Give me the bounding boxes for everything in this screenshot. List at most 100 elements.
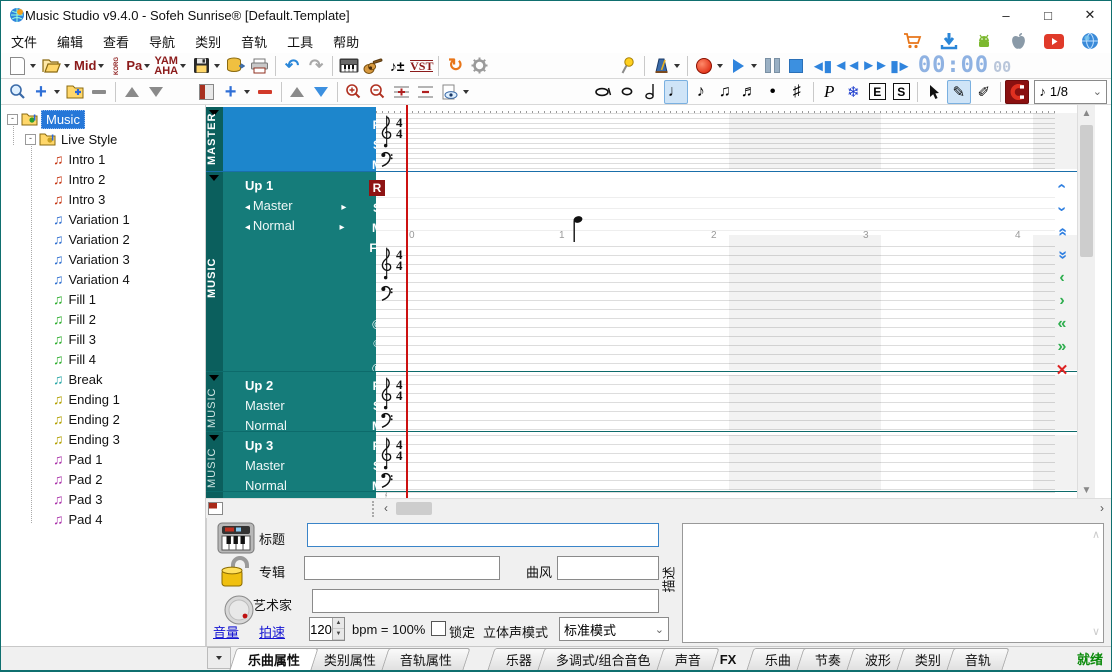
tree-item-intro-3[interactable]: Intro 3 xyxy=(69,192,106,207)
menu-item-4[interactable]: 类别 xyxy=(185,29,231,54)
stop-button[interactable] xyxy=(785,55,807,77)
master-track-strip[interactable]: MASTER xyxy=(206,107,223,171)
zoom-in-icon[interactable] xyxy=(343,81,365,103)
android-icon[interactable] xyxy=(975,32,993,50)
keyboard-instrument-button[interactable] xyxy=(338,55,360,77)
tab-声音[interactable]: 声音 xyxy=(656,648,719,670)
tree-item-pad-2[interactable]: Pad 2 xyxy=(69,472,103,487)
note-quarter-button[interactable]: ♩ xyxy=(664,80,688,104)
tempo-link[interactable]: 拍速 xyxy=(259,622,285,641)
tree-item-ending-2[interactable]: Ending 2 xyxy=(69,412,120,427)
note-sixteenth-button[interactable]: ♫ xyxy=(714,81,736,103)
tree-item-fill-2[interactable]: Fill 2 xyxy=(69,312,96,327)
midi-import-button[interactable]: Mid xyxy=(74,55,96,77)
tree-item-pad-1[interactable]: Pad 1 xyxy=(69,452,103,467)
tree-item-live-style[interactable]: Live Style xyxy=(61,132,117,147)
nav-right-button[interactable]: › xyxy=(1059,292,1064,310)
tree-item-pad-4[interactable]: Pad 4 xyxy=(69,512,103,527)
tree-item-variation-1[interactable]: Variation 1 xyxy=(69,212,130,227)
desc-scroll-down-icon[interactable]: ∨ xyxy=(1092,625,1100,638)
next-arrow-icon[interactable]: ▸ xyxy=(339,202,347,213)
tree-item-fill-3[interactable]: Fill 3 xyxy=(69,332,96,347)
scroll-up-arrow[interactable]: ▲ xyxy=(1078,105,1095,121)
music-0-track-strip[interactable]: MUSIC xyxy=(206,172,223,371)
note-thirtysecond-button[interactable]: ♬ xyxy=(738,81,760,103)
horizontal-scroll-thumb[interactable] xyxy=(396,502,432,515)
settings-gear-icon[interactable] xyxy=(468,55,490,77)
track-source-selector[interactable]: ◂ Master ▸ xyxy=(245,198,346,213)
playhead-cursor[interactable] xyxy=(406,105,408,498)
collapse-track-icon[interactable] xyxy=(209,375,219,381)
tempo-spinner[interactable]: ▲▼ xyxy=(309,617,345,641)
track-mode-selector[interactable]: ◂ Normal ▸ xyxy=(245,218,345,233)
menu-item-2[interactable]: 查看 xyxy=(93,29,139,54)
remove-track-button[interactable] xyxy=(254,81,276,103)
vertical-scrollbar[interactable]: ▲ ▼ xyxy=(1077,105,1095,498)
collapse-staff-button[interactable] xyxy=(415,81,437,103)
track-source-selector[interactable]: Master xyxy=(245,398,285,413)
snap-magnet-button[interactable] xyxy=(1005,80,1029,104)
microphone-button[interactable] xyxy=(617,55,639,77)
nav-start-button[interactable]: « xyxy=(1058,315,1067,333)
tree-expander-live-style[interactable]: - xyxy=(25,134,36,145)
tree-item-ending-3[interactable]: Ending 3 xyxy=(69,432,120,447)
view-options-dropdown[interactable] xyxy=(463,90,469,94)
add-category-button[interactable]: + xyxy=(30,81,52,103)
record-button[interactable] xyxy=(693,55,715,77)
korg-import-dropdown[interactable] xyxy=(144,64,150,68)
add-track-dropdown[interactable] xyxy=(244,90,250,94)
track-r-button[interactable]: R xyxy=(369,180,385,196)
move-category-up-button[interactable] xyxy=(121,81,143,103)
up2-staff-grid[interactable] xyxy=(376,375,1055,430)
volume-link[interactable]: 音量 xyxy=(213,622,239,641)
next-arrow-icon[interactable]: ▸ xyxy=(337,222,345,233)
metronome-button[interactable] xyxy=(650,55,672,77)
arpeggio-button[interactable]: ❄ xyxy=(842,81,864,103)
rewind-button[interactable]: ◄◄ xyxy=(833,55,859,77)
menu-item-7[interactable]: 帮助 xyxy=(323,29,369,54)
globe-icon[interactable] xyxy=(1081,32,1099,50)
tree-item-pad-3[interactable]: Pad 3 xyxy=(69,492,103,507)
tab-多调式-组合音色[interactable]: 多调式/组合音色 xyxy=(537,648,669,670)
tree-item-variation-3[interactable]: Variation 3 xyxy=(69,252,130,267)
description-textarea[interactable]: ∧ ∨ xyxy=(682,523,1104,643)
dotted-note-button[interactable]: • xyxy=(762,81,784,103)
prev-arrow-icon[interactable]: ◂ xyxy=(245,222,253,233)
move-category-down-button[interactable] xyxy=(145,81,167,103)
select-cursor-button[interactable] xyxy=(923,81,945,103)
nav-down-button[interactable]: › xyxy=(1059,200,1064,218)
hscroll-right-arrow[interactable]: › xyxy=(1094,501,1110,517)
music-0-track-header[interactable]: Up 1◂ Master ▸◂ Normal ▸RSMFX©®℗ xyxy=(223,172,376,371)
stereo-mode-combobox[interactable]: 标准模式 ⌄ xyxy=(559,617,669,641)
move-track-up-button[interactable] xyxy=(286,81,308,103)
tab-overflow-dropdown[interactable] xyxy=(207,647,231,669)
apple-icon[interactable] xyxy=(1010,32,1027,50)
pencil-draw-button[interactable]: ✎ xyxy=(947,80,971,104)
sostenuto-button[interactable]: S xyxy=(890,81,912,103)
note-half-button[interactable] xyxy=(640,81,662,103)
tempo-lock-checkbox[interactable] xyxy=(431,621,446,636)
minimize-button[interactable]: – xyxy=(985,1,1027,29)
yamaha-import-button[interactable]: YAMAHA xyxy=(154,55,178,77)
maximize-button[interactable]: □ xyxy=(1027,1,1069,29)
tree-item-intro-2[interactable]: Intro 2 xyxy=(69,172,106,187)
open-file-button[interactable] xyxy=(40,55,62,77)
step-back-button[interactable]: ◄▮ xyxy=(809,55,831,77)
eraser-button[interactable]: ✐ xyxy=(973,81,995,103)
tree-item-fill-4[interactable]: Fill 4 xyxy=(69,352,96,367)
pedal-button[interactable]: P xyxy=(818,81,840,103)
tempo-up-arrow[interactable]: ▲ xyxy=(333,618,344,629)
tree-item-intro-1[interactable]: Intro 1 xyxy=(69,152,106,167)
snap-value-combobox[interactable]: ♪ 1/8 ⌄ xyxy=(1034,80,1107,104)
play-dropdown[interactable] xyxy=(751,64,757,68)
add-category-dropdown[interactable] xyxy=(54,90,60,94)
hscroll-left-arrow[interactable]: ‹ xyxy=(378,501,394,517)
midi-import-dropdown[interactable] xyxy=(98,64,104,68)
tree-item-break[interactable]: Break xyxy=(69,372,103,387)
note-eighth-button[interactable]: ♪ xyxy=(690,81,712,103)
refresh-button[interactable]: ↻ xyxy=(444,55,466,77)
nav-top-button[interactable]: « xyxy=(1058,223,1067,241)
print-button[interactable] xyxy=(248,55,270,77)
artist-input[interactable] xyxy=(312,589,659,613)
desc-scroll-up-icon[interactable]: ∧ xyxy=(1092,528,1100,541)
